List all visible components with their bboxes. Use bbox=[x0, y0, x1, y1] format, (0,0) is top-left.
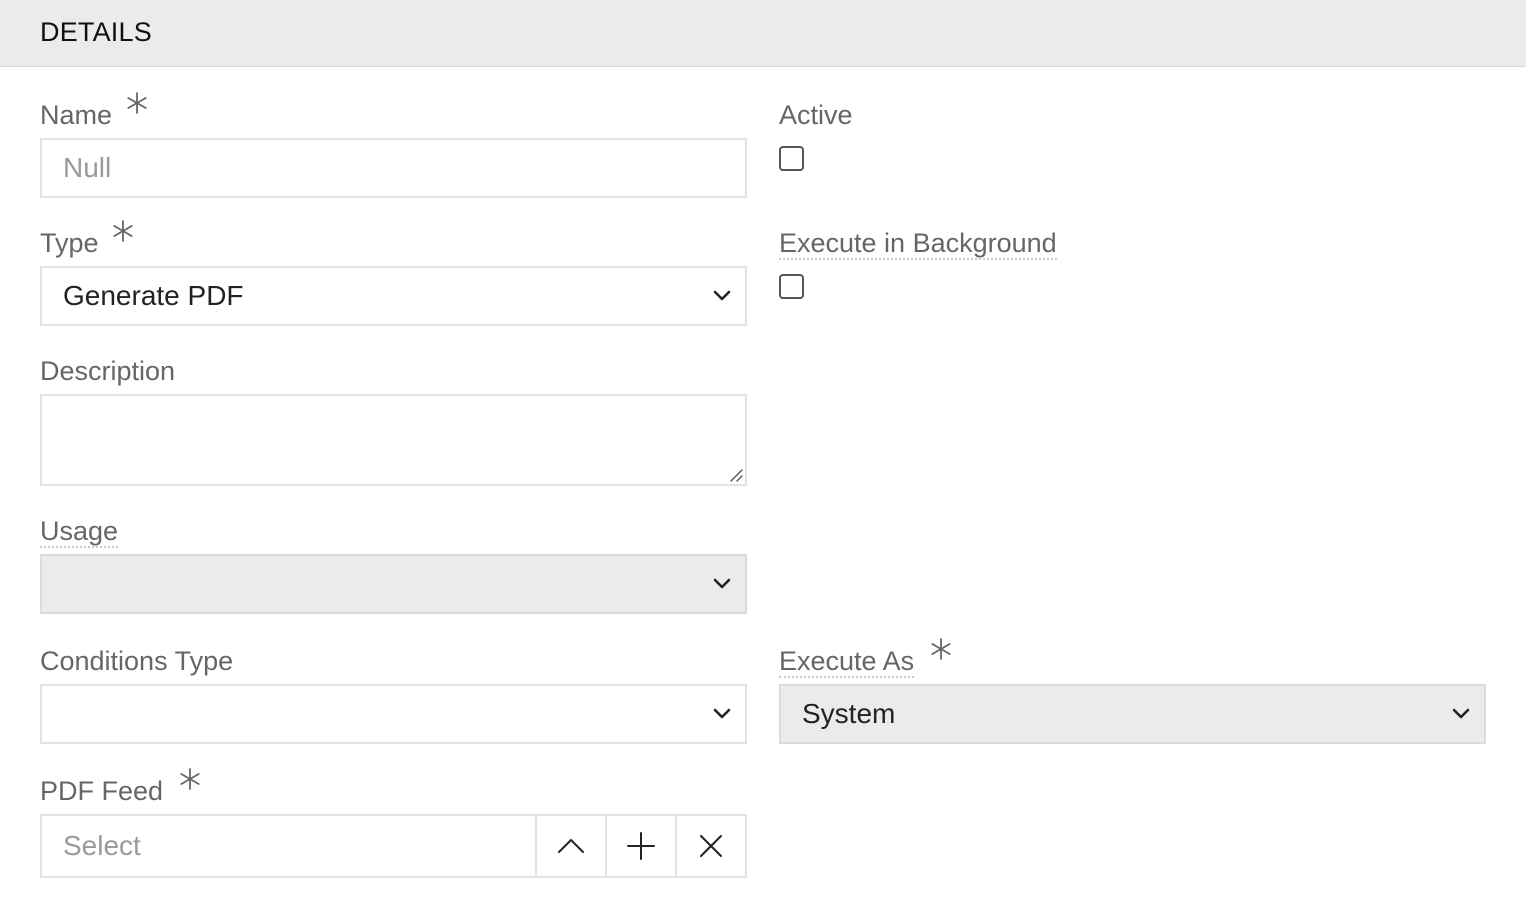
close-icon bbox=[699, 834, 723, 858]
description-textarea[interactable] bbox=[40, 394, 747, 486]
name-input[interactable]: Null bbox=[40, 138, 747, 198]
resize-grip-icon[interactable] bbox=[729, 468, 743, 482]
name-input-placeholder: Null bbox=[63, 152, 112, 183]
description-label: Description bbox=[40, 356, 176, 386]
clear-button[interactable] bbox=[675, 816, 745, 876]
name-label: Name bbox=[40, 100, 113, 130]
conditions-type-label: Conditions Type bbox=[40, 646, 234, 676]
asterisk-icon bbox=[111, 219, 135, 243]
add-button[interactable] bbox=[605, 816, 675, 876]
chevron-down-icon bbox=[713, 578, 731, 590]
pdf-feed-label: PDF Feed bbox=[40, 776, 164, 806]
usage-label: Usage bbox=[40, 516, 119, 548]
execute-as-select[interactable]: System bbox=[779, 684, 1486, 744]
conditions-type-select[interactable] bbox=[40, 684, 747, 744]
chevron-up-icon bbox=[557, 837, 585, 855]
section-header: DETAILS bbox=[0, 0, 1526, 67]
chevron-down-icon bbox=[713, 290, 731, 302]
plus-icon bbox=[627, 832, 655, 860]
pdf-feed-lookup: Select bbox=[40, 814, 747, 878]
active-checkbox[interactable] bbox=[779, 146, 804, 171]
execute-as-select-value: System bbox=[802, 698, 896, 729]
type-label: Type bbox=[40, 228, 99, 258]
active-label: Active bbox=[779, 100, 853, 130]
asterisk-icon bbox=[929, 637, 953, 661]
execute-in-background-checkbox[interactable] bbox=[779, 274, 804, 299]
usage-select[interactable] bbox=[40, 554, 747, 614]
pdf-feed-input[interactable]: Select bbox=[63, 830, 533, 862]
expand-button[interactable] bbox=[535, 816, 605, 876]
asterisk-icon bbox=[125, 91, 149, 115]
execute-as-label: Execute As bbox=[779, 646, 915, 678]
asterisk-icon bbox=[178, 767, 202, 791]
type-select[interactable]: Generate PDF bbox=[40, 266, 747, 326]
chevron-down-icon bbox=[1452, 708, 1470, 720]
type-select-value: Generate PDF bbox=[63, 280, 244, 311]
section-title: DETAILS bbox=[40, 17, 152, 47]
chevron-down-icon bbox=[713, 708, 731, 720]
execute-in-background-label: Execute in Background bbox=[779, 228, 1057, 260]
